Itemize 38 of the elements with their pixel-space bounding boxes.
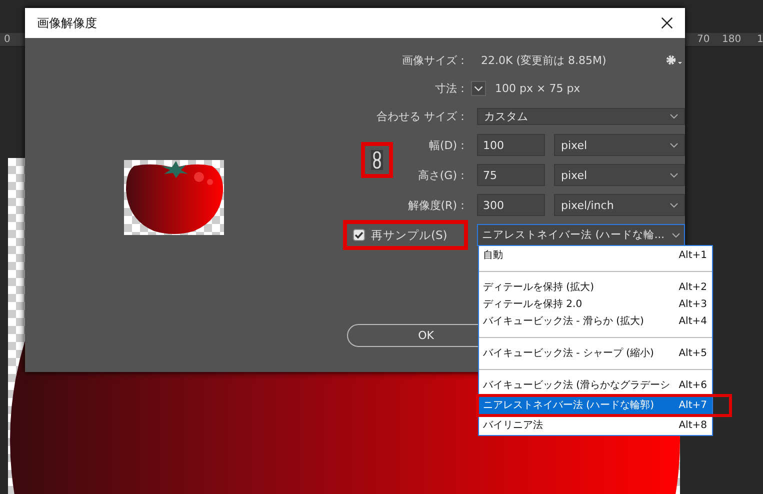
dropdown-toggle-icon[interactable] [471, 80, 486, 96]
field-label: 解像度(R)： [406, 198, 468, 212]
window-title: 画像解像度 [37, 14, 97, 32]
fit-to-dropdown[interactable]: カスタム [477, 108, 685, 124]
number-field[interactable]: 300 [477, 194, 545, 216]
ruler-label: 180 [722, 33, 742, 46]
caret-icon [670, 114, 678, 118]
chain-link-icon[interactable] [361, 142, 393, 178]
caret-icon [670, 172, 678, 178]
close-icon[interactable] [661, 17, 673, 29]
menu-item[interactable]: バイキュービック法 - シャープ (縮小) Alt+5 [479, 345, 712, 362]
menu-item[interactable]: ディテールを保持 2.0 Alt+3 [479, 296, 712, 313]
fit-to-label: 合わせる サイズ： [376, 108, 468, 124]
ruler-label: 70 [697, 33, 710, 46]
unit-dropdown[interactable]: pixel/inch [554, 194, 685, 216]
caret-icon [670, 142, 678, 148]
number-field[interactable]: 75 [477, 164, 545, 186]
menu-item[interactable]: ニアレストネイバー法 (ハードな輪郭) Alt+7 [479, 397, 712, 414]
caret-icon [672, 232, 680, 238]
resample-checkbox[interactable]: 再サンプル(S) [343, 220, 468, 250]
field-label: 幅(D)： [428, 138, 468, 152]
image-size-label: 画像サイズ： [401, 52, 468, 68]
dimensions-label: 寸法： [434, 80, 468, 96]
field-label: 高さ(G)： [416, 168, 468, 182]
menu-item[interactable]: バイリニア法 Alt+8 [479, 417, 712, 434]
ruler-label: 1 [757, 33, 763, 46]
number-field[interactable]: 100 [477, 134, 545, 156]
image-size-value: 22.0K (変更前は 8.85M) [481, 52, 606, 68]
settings-icon[interactable] [665, 54, 683, 66]
unit-dropdown[interactable]: pixel [554, 134, 685, 156]
checkbox-icon[interactable] [353, 229, 365, 241]
ruler-label: 0 [4, 33, 10, 46]
menu-item[interactable]: バイキュービック法 (滑らかなグラデーシ Alt+6 [479, 377, 712, 394]
caret-icon [670, 202, 678, 208]
menu-item[interactable]: 自動 Alt+1 [479, 247, 712, 264]
unit-dropdown[interactable]: pixel [554, 164, 685, 186]
menu-item[interactable]: ディテールを保持 (拡大) Alt+2 [479, 279, 712, 296]
dimensions-value: 100 px × 75 px [495, 82, 580, 94]
